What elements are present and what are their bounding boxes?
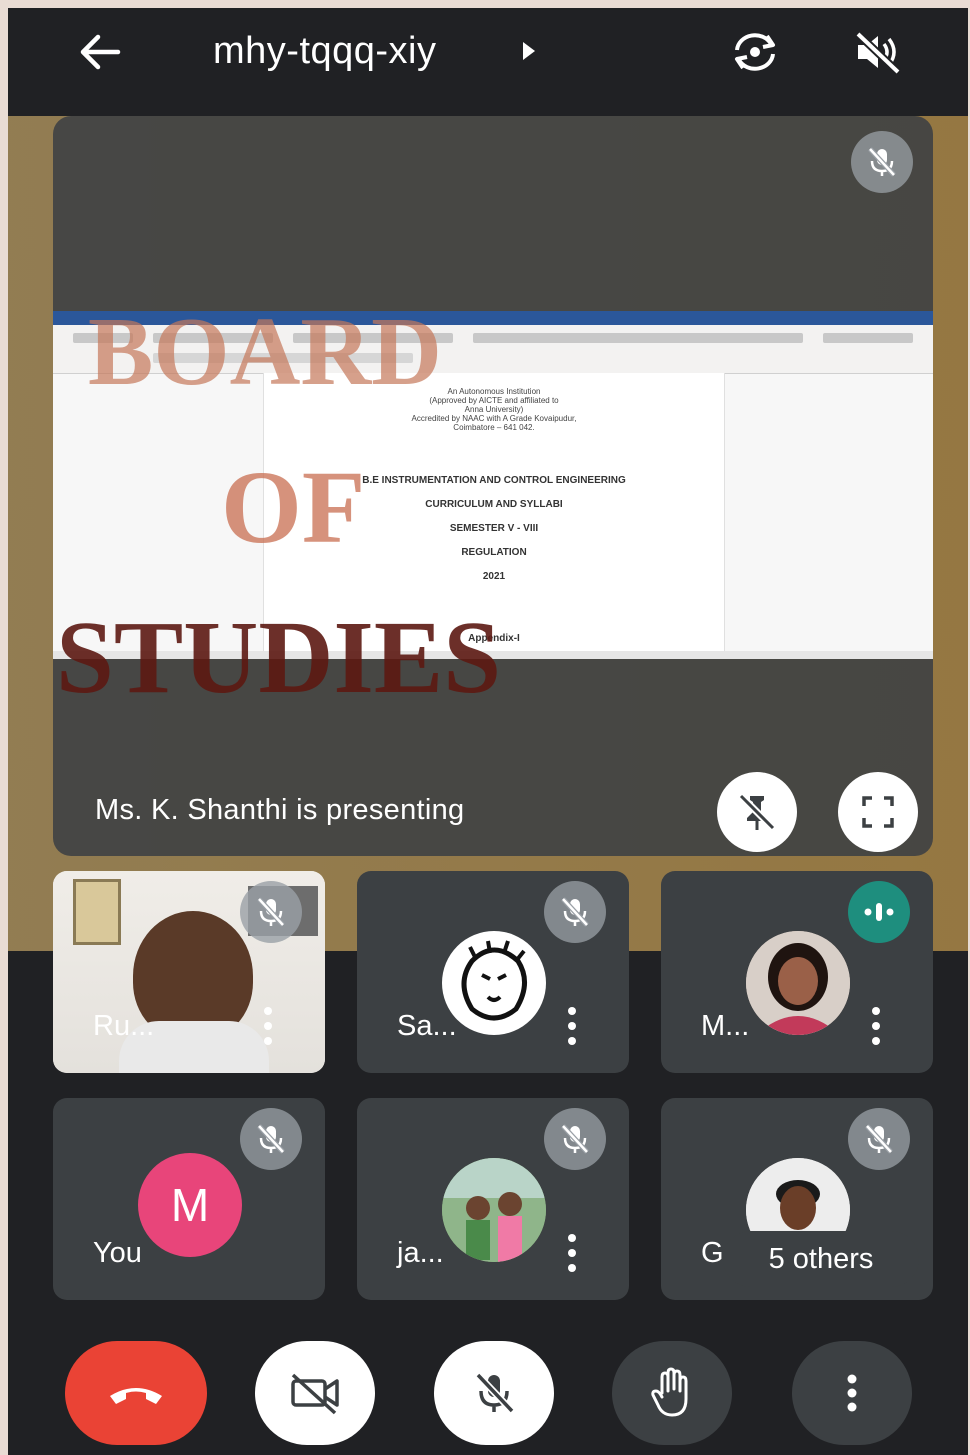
participant-name: You	[93, 1237, 142, 1269]
speaker-toggle-button[interactable]	[846, 20, 910, 84]
lion-avatar-icon	[444, 933, 544, 1033]
doc-line-4: Accredited by NAAC with A Grade Kovaipud…	[411, 414, 577, 423]
avatar	[746, 931, 850, 1035]
watermark-board: BOARD	[88, 298, 442, 406]
more-options-button[interactable]	[567, 1234, 577, 1272]
watermark-of: OF	[221, 450, 366, 565]
mute-badge-ru	[240, 881, 302, 943]
mute-badge-ja	[544, 1108, 606, 1170]
mic-off-icon	[257, 1124, 285, 1154]
fullscreen-icon	[862, 796, 894, 828]
presentation-tile[interactable]: An Autonomous Institution (Approved by A…	[53, 116, 933, 856]
participant-tile-ru[interactable]: Ru...	[53, 871, 325, 1073]
phone-hangup-icon	[110, 1388, 162, 1404]
meeting-code[interactable]: mhy-tqqq-xiy	[213, 30, 437, 73]
participant-tile-others[interactable]: Ga 5 others	[661, 1098, 933, 1300]
more-options-button[interactable]	[871, 1007, 881, 1045]
mute-badge-you	[240, 1108, 302, 1170]
children-photo-icon	[442, 1158, 546, 1262]
mic-off-icon	[868, 147, 896, 177]
switch-camera-button[interactable]	[723, 20, 787, 84]
arrow-left-icon	[80, 34, 121, 70]
participant-tile-m[interactable]: M...	[661, 871, 933, 1073]
avatar-initial: M	[170, 1179, 210, 1231]
mic-toggle-button[interactable]	[434, 1341, 554, 1445]
participant-tile-ja[interactable]: ja...	[357, 1098, 629, 1300]
fullscreen-button[interactable]	[838, 772, 918, 852]
avatar	[442, 1158, 546, 1262]
avatar: M	[138, 1153, 242, 1257]
participant-tile-sa[interactable]: Sa...	[357, 871, 629, 1073]
raise-hand-button[interactable]	[612, 1341, 732, 1445]
participant-name: Ru...	[93, 1010, 155, 1042]
doc-line-5: Coimbatore – 641 042.	[453, 423, 535, 432]
others-label: 5 others	[768, 1242, 874, 1275]
participant-tile-you[interactable]: M You	[53, 1098, 325, 1300]
doc-year: 2021	[482, 571, 506, 582]
camera-toggle-button[interactable]	[255, 1341, 375, 1445]
presenter-mute-badge	[851, 131, 913, 193]
speaker-off-icon	[855, 31, 901, 75]
mic-off-icon	[561, 1124, 589, 1154]
unpin-icon	[738, 793, 776, 831]
watermark-studies: STUDIES	[56, 600, 502, 715]
participant-name: ja...	[397, 1237, 444, 1269]
unpin-button[interactable]	[717, 772, 797, 852]
mute-badge-others	[848, 1108, 910, 1170]
mute-badge-sa	[544, 881, 606, 943]
participant-name: M...	[701, 1010, 750, 1042]
camera-off-icon	[291, 1373, 339, 1415]
meet-screen: mhy-tqqq-xiy An Autonomous Institution (…	[8, 8, 968, 1455]
caret-right-icon[interactable]	[523, 42, 535, 60]
mic-off-icon	[561, 897, 589, 927]
top-bar: mhy-tqqq-xiy	[8, 8, 968, 108]
more-vert-icon	[847, 1374, 857, 1412]
more-options-button[interactable]	[792, 1341, 912, 1445]
back-button[interactable]	[68, 20, 132, 84]
avatar	[442, 931, 546, 1035]
switch-camera-icon	[735, 33, 775, 71]
mic-off-icon	[475, 1372, 515, 1414]
person-photo-icon	[746, 931, 850, 1035]
others-pill[interactable]: 5 others	[723, 1231, 919, 1287]
more-options-button[interactable]	[263, 1007, 273, 1045]
hand-icon	[651, 1367, 688, 1417]
end-call-button[interactable]	[65, 1341, 207, 1445]
presenting-status: Ms. K. Shanthi is presenting	[95, 794, 465, 826]
audio-level-icon	[864, 903, 894, 921]
mic-off-icon	[257, 897, 285, 927]
participant-name: Sa...	[397, 1010, 457, 1042]
mic-off-icon	[865, 1124, 893, 1154]
speaking-indicator	[848, 881, 910, 943]
more-options-button[interactable]	[567, 1007, 577, 1045]
